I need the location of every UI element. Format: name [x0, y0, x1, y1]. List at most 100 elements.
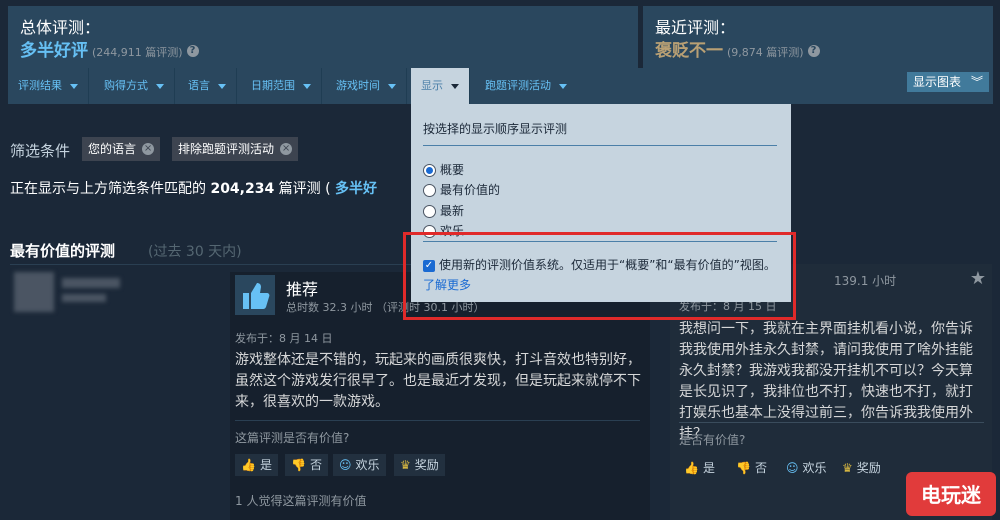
recent-reviews-title: 最近评测： — [655, 18, 736, 37]
vote-no-label: 否 — [309, 458, 322, 472]
filter-label: 游戏时间 — [336, 79, 380, 92]
dropdown-divider — [423, 145, 777, 146]
option-label: 最新 — [440, 204, 465, 218]
dropdown-arrow-icon — [218, 83, 226, 89]
star-icon[interactable]: ★ — [970, 268, 986, 289]
sort-option-summary[interactable]: 概要 — [423, 161, 464, 178]
recent-reviews-panel: 最近评测： 褒贬不一 (9,874 篇评测)? — [643, 6, 993, 68]
award-button[interactable]: ♛ 奖励 — [836, 457, 887, 479]
user-meta-blurred — [62, 294, 106, 302]
svg-text:电玩迷: 电玩迷 — [921, 483, 982, 507]
overall-reviews-title: 总体评测： — [20, 18, 101, 37]
right-review-hours: 139.1 小时 — [834, 274, 897, 288]
smile-icon: ☺ — [786, 461, 799, 475]
sort-option-newest[interactable]: 最新 — [423, 202, 464, 219]
option-label: 最有价值的 — [440, 183, 501, 197]
chip-label: 您的语言 — [88, 142, 137, 156]
helpful-question: 是否有价值? — [679, 433, 746, 447]
found-helpful-count: 1 人觉得这篇评测有价值 — [235, 494, 367, 508]
award-icon: ♛ — [842, 461, 853, 475]
vote-yes-label: 是 — [259, 458, 272, 472]
recent-review-count: (9,874 篇评测) — [727, 46, 804, 59]
dropdown-arrow-icon — [451, 83, 459, 89]
award-label: 奖励 — [414, 458, 439, 472]
smile-icon: ☺ — [339, 458, 352, 472]
review-divider — [679, 422, 984, 423]
option-label: 概要 — [440, 163, 465, 177]
showing-prefix: 正在显示与上方筛选条件匹配的 — [10, 181, 206, 197]
award-button[interactable]: ♛ 奖励 — [394, 454, 445, 476]
filter-language[interactable]: 语言 — [178, 68, 237, 104]
help-icon[interactable]: ? — [807, 45, 820, 57]
review-date: 发布于：8 月 14 日 — [235, 332, 333, 345]
showing-summary: 正在显示与上方筛选条件匹配的 204,234 篇评测 ( 多半好 — [10, 178, 377, 198]
overall-rating[interactable]: 多半好评 (244,911 篇评测)? — [20, 36, 199, 61]
username-blurred — [62, 278, 120, 288]
filter-label: 日期范围 — [251, 79, 295, 92]
overall-rating-label: 多半好评 — [20, 41, 88, 61]
vote-no-label: 否 — [754, 461, 767, 475]
show-graph-button[interactable]: 显示图表 ︾ — [906, 72, 989, 92]
filter-label: 购得方式 — [104, 79, 148, 92]
filter-chip-your-language[interactable]: 您的语言 × — [82, 137, 161, 161]
filter-off-topic[interactable]: 跑题评测活动 — [475, 68, 577, 104]
reviewer-info-blurred — [14, 272, 214, 312]
sort-option-most-helpful[interactable]: 最有价值的 — [423, 181, 500, 198]
vote-yes-button[interactable]: 👍 是 — [678, 457, 721, 479]
filter-label: 评测结果 — [18, 79, 62, 92]
section-subtitle: (过去 30 天内) — [148, 244, 242, 260]
close-icon[interactable]: × — [142, 143, 155, 155]
filters-label: 筛选条件 — [10, 142, 71, 160]
vote-funny-button[interactable]: ☺ 欢乐 — [333, 454, 386, 476]
chip-label: 排除跑题评测活动 — [178, 142, 275, 156]
award-icon: ♛ — [400, 458, 411, 472]
section-title: 最有价值的评测 — [10, 242, 116, 260]
show-graph-label: 显示图表 — [912, 75, 961, 89]
filter-label: 显示 — [421, 79, 443, 92]
dropdown-arrow-icon — [559, 83, 567, 89]
thumbs-up-icon: 👍 — [684, 461, 699, 475]
dropdown-arrow-icon — [70, 83, 78, 89]
avatar — [14, 272, 54, 312]
award-label: 奖励 — [856, 461, 881, 475]
filter-review-type[interactable]: 评测结果 — [8, 68, 89, 104]
vote-funny-label: 欢乐 — [355, 458, 380, 472]
dropdown-arrow-icon — [388, 83, 396, 89]
showing-rating: 多半好 — [335, 181, 378, 197]
radio-icon — [423, 184, 436, 197]
vote-yes-label: 是 — [702, 461, 715, 475]
highlight-box — [403, 232, 796, 320]
filter-chip-exclude-off-topic[interactable]: 排除跑题评测活动 × — [172, 137, 299, 161]
review-text: 游戏整体还是不错的，玩起来的画质很爽快，打斗音效也特别好，虽然这个游戏发行很早了… — [235, 352, 641, 410]
recent-rating-label: 褒贬不一 — [655, 41, 723, 61]
dropdown-header: 按选择的显示顺序显示评测 — [423, 122, 568, 136]
right-review-text: 我想问一下，我就在主界面挂机看小说，你告诉我我使用外挂永久封禁，请问我使用了啥外… — [679, 321, 973, 442]
vote-funny-button[interactable]: ☺ 欢乐 — [780, 457, 833, 479]
filter-label: 语言 — [188, 79, 210, 92]
vote-no-button[interactable]: 👎 否 — [730, 457, 773, 479]
recent-rating[interactable]: 褒贬不一 (9,874 篇评测)? — [655, 36, 820, 61]
vote-yes-button[interactable]: 👍 是 — [235, 454, 278, 476]
vote-no-button[interactable]: 👎 否 — [285, 454, 328, 476]
radio-selected-icon — [423, 164, 436, 177]
showing-suffix: 篇评测 ( — [278, 181, 331, 197]
filter-purchase-type[interactable]: 购得方式 — [94, 68, 175, 104]
radio-icon — [423, 205, 436, 218]
watermark-logo: 电玩迷 — [906, 472, 996, 516]
dropdown-arrow-icon — [303, 83, 311, 89]
review-filter-bar: 评测结果 购得方式 语言 日期范围 游戏时间 显示 跑题评测活动 显示图表 ︾ — [8, 68, 993, 104]
showing-count: 204,234 — [210, 181, 275, 197]
filter-label: 跑题评测活动 — [485, 79, 551, 92]
filter-date-range[interactable]: 日期范围 — [241, 68, 322, 104]
filter-playtime[interactable]: 游戏时间 — [326, 68, 407, 104]
dropdown-arrow-icon — [156, 83, 164, 89]
review-recommend-label: 推荐 — [286, 280, 319, 299]
filter-display[interactable]: 显示 — [411, 68, 470, 104]
thumbs-up-icon: 👍 — [241, 458, 256, 472]
thumbs-up-icon — [235, 275, 275, 315]
helpful-question: 这篇评测是否有价值? — [235, 431, 350, 445]
vote-funny-label: 欢乐 — [802, 461, 827, 475]
review-divider — [235, 420, 640, 421]
help-icon[interactable]: ? — [186, 45, 199, 57]
close-icon[interactable]: × — [280, 143, 293, 155]
